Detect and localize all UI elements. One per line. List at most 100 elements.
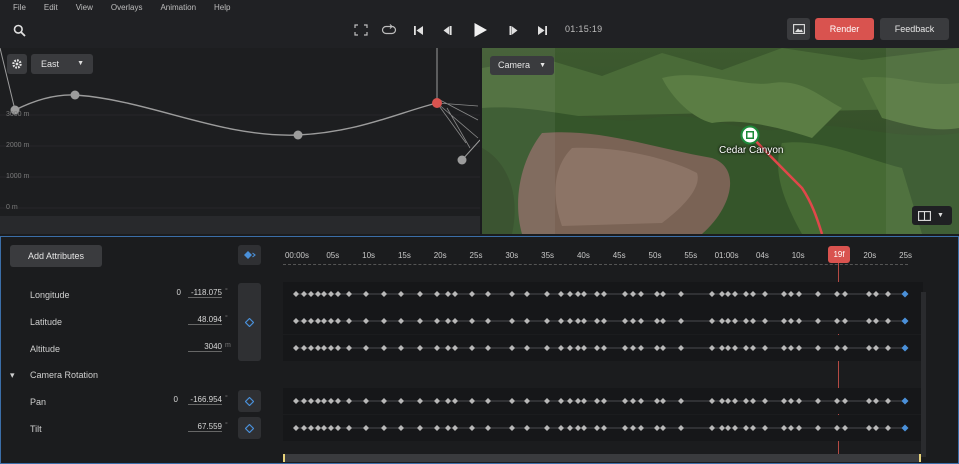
export-image-button[interactable] <box>787 18 810 40</box>
feedback-button[interactable]: Feedback <box>880 18 949 40</box>
altitude-unit: m <box>225 342 231 349</box>
scroll-handle-start[interactable] <box>283 454 285 462</box>
add-attributes-button[interactable]: Add Attributes <box>10 245 102 267</box>
ruler-tick-label: 45s <box>612 251 626 260</box>
ruler-tick-label: 10s <box>362 251 376 260</box>
menu-edit[interactable]: Edit <box>44 3 58 12</box>
track-tilt[interactable] <box>283 415 923 441</box>
pan-value[interactable]: -166.954 <box>188 395 222 405</box>
ruler-tick-label: 25s <box>899 251 913 260</box>
terrain-map <box>482 48 959 234</box>
tilt-keyframe-button[interactable] <box>238 417 261 439</box>
timeline-panel: Add Attributes 00:00s 05s 10s 15s 20s 25s 30s 3… <box>0 236 959 464</box>
playhead-frame-indicator[interactable]: 19f <box>828 246 850 263</box>
play-icon[interactable] <box>469 19 491 41</box>
timeline-scrollbar[interactable] <box>283 454 921 462</box>
track-pan[interactable] <box>283 388 923 414</box>
tilt-unit: ° <box>225 422 228 429</box>
tilt-value[interactable]: 67.559 <box>188 422 222 432</box>
keyframe-diamond-icon <box>245 396 254 406</box>
menu-bar: File Edit View Overlays Animation Help <box>0 0 959 14</box>
menu-animation[interactable]: Animation <box>160 3 196 12</box>
ruler-tick-label: 10s <box>791 251 805 260</box>
ruler-tick-label: 50s <box>648 251 662 260</box>
keyframe-point <box>70 90 80 100</box>
toolbar: 01:15:19 Render Feedback <box>0 14 959 48</box>
keyframe-add-icon <box>243 251 256 259</box>
ruler-tick-label: 40s <box>576 251 590 260</box>
altitude-graph-panel[interactable]: 3000 m 2000 m 1000 m 0 m East ▼ <box>0 48 480 234</box>
ruler-tick-label: 35s <box>541 251 555 260</box>
altitude-label: Altitude <box>30 344 61 354</box>
camera-position-keyframe-button[interactable] <box>238 283 261 361</box>
add-keyframe-all-button[interactable] <box>238 245 261 265</box>
latitude-value[interactable]: 48.094 <box>188 315 222 325</box>
split-layout-icon <box>918 210 931 221</box>
camera-view-select[interactable]: Camera ▼ <box>490 56 554 75</box>
current-camera-point <box>432 98 442 108</box>
chevron-down-icon: ▼ <box>77 60 84 67</box>
altitude-tick-3000: 3000 m <box>6 111 30 118</box>
altitude-tick-1000: 1000 m <box>6 173 30 180</box>
ruler-tick-label: 00:00s <box>284 251 310 260</box>
ruler-tick-label: 20s <box>433 251 447 260</box>
layout-toggle-button[interactable]: ▼ <box>912 206 952 225</box>
graph-footer <box>0 216 480 234</box>
step-back-icon[interactable] <box>435 19 457 41</box>
ruler-tick-label: 04s <box>755 251 769 260</box>
ruler-tick-label: 15s <box>397 251 411 260</box>
fullscreen-icon[interactable] <box>350 19 372 41</box>
altitude-value[interactable]: 3040 <box>188 342 222 352</box>
longitude-prefix: 0 <box>176 288 181 297</box>
step-forward-icon[interactable] <box>503 19 525 41</box>
track-altitude[interactable] <box>283 335 923 361</box>
pan-keyframe-button[interactable] <box>238 390 261 412</box>
keyframe-diamond-icon <box>245 423 254 433</box>
menu-help[interactable]: Help <box>214 3 230 12</box>
ruler-tick-label: 30s <box>505 251 519 260</box>
longitude-value[interactable]: -118.075 <box>188 288 222 298</box>
track-longitude[interactable] <box>283 282 923 308</box>
image-icon <box>792 24 805 34</box>
latitude-unit: ° <box>225 315 228 322</box>
pan-unit: ° <box>225 395 228 402</box>
search-icon[interactable] <box>8 19 30 41</box>
time-ruler[interactable]: 00:00s 05s 10s 15s 20s 25s 30s 35s 40s 45s 50s 55s 0… <box>283 246 923 266</box>
latitude-label: Latitude <box>30 317 63 327</box>
direction-select-value: East <box>41 59 60 69</box>
loop-icon[interactable] <box>378 19 400 41</box>
altitude-tick-2000: 2000 m <box>6 142 30 149</box>
keyframe-point <box>293 130 303 140</box>
menu-file[interactable]: File <box>13 3 26 12</box>
keyframe-point <box>457 155 467 165</box>
direction-select[interactable]: East ▼ <box>31 54 93 74</box>
chevron-down-icon: ▼ <box>937 212 944 219</box>
timecode: 01:15:19 <box>565 24 603 34</box>
render-button[interactable]: Render <box>815 18 874 40</box>
altitude-tick-0: 0 m <box>6 204 18 211</box>
menu-view[interactable]: View <box>76 3 93 12</box>
gear-icon <box>12 59 22 69</box>
ruler-tick-label: 05s <box>326 251 340 260</box>
map-viewport[interactable]: Camera ▼ Cedar Canyon ▼ <box>482 48 959 234</box>
location-label: Cedar Canyon <box>719 145 784 156</box>
pan-prefix: 0 <box>173 395 178 404</box>
ruler-tick-label: 55s <box>684 251 698 260</box>
pan-label: Pan <box>30 397 47 407</box>
keyframe-diamond-icon <box>245 317 254 327</box>
ruler-tick-label: 25s <box>469 251 483 260</box>
menu-overlays[interactable]: Overlays <box>111 3 143 12</box>
camera-view-select-value: Camera <box>498 60 531 70</box>
skip-to-start-icon[interactable] <box>407 19 429 41</box>
scroll-handle-end[interactable] <box>919 454 921 462</box>
longitude-unit: ° <box>225 288 228 295</box>
ruler-tick-label: 20s <box>863 251 877 260</box>
camera-rotation-label[interactable]: Camera Rotation <box>30 370 98 380</box>
camera-rotation-expand-icon[interactable]: ▾ <box>10 370 15 381</box>
vertical-scrollbar[interactable] <box>921 292 926 457</box>
camera-frustum <box>436 99 479 149</box>
skip-to-end-icon[interactable] <box>531 19 553 41</box>
ruler-tick-label: 01:00s <box>714 251 739 260</box>
graph-settings-button[interactable] <box>7 54 27 74</box>
track-latitude[interactable] <box>283 308 923 334</box>
